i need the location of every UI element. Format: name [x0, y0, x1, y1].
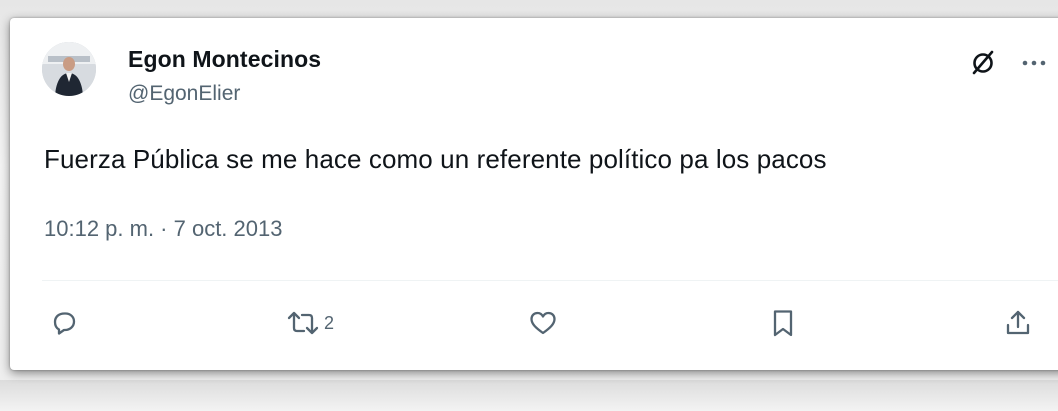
share-button[interactable]	[1004, 306, 1032, 340]
avatar[interactable]	[42, 42, 96, 96]
retweet-button[interactable]: 2	[286, 306, 334, 340]
like-button[interactable]	[528, 306, 558, 340]
reply-icon	[53, 312, 76, 335]
share-icon	[1006, 310, 1030, 335]
like-icon	[530, 311, 556, 335]
screenshot-page: Egon Montecinos @EgonElier Fuerza Públic…	[0, 0, 1058, 411]
background-strip	[0, 380, 1058, 411]
bookmark-button[interactable]	[770, 306, 796, 340]
reply-button[interactable]	[50, 306, 78, 340]
grok-icon[interactable]	[968, 48, 998, 78]
author-name[interactable]: Egon Montecinos	[128, 46, 321, 73]
retweet-count: 2	[324, 312, 335, 333]
tweet-text: Fuerza Pública se me hace como un refere…	[44, 144, 827, 174]
author-handle[interactable]: @EgonElier	[128, 82, 240, 106]
avatar-photo	[42, 42, 96, 96]
tweet-timestamp[interactable]: 10:12 p. m. · 7 oct. 2013	[44, 216, 282, 242]
divider	[42, 280, 1058, 281]
bookmark-icon	[773, 310, 793, 337]
tweet-card[interactable]: Egon Montecinos @EgonElier Fuerza Públic…	[10, 18, 1058, 370]
retweet-icon	[287, 311, 319, 335]
more-icon[interactable]	[1018, 48, 1050, 78]
